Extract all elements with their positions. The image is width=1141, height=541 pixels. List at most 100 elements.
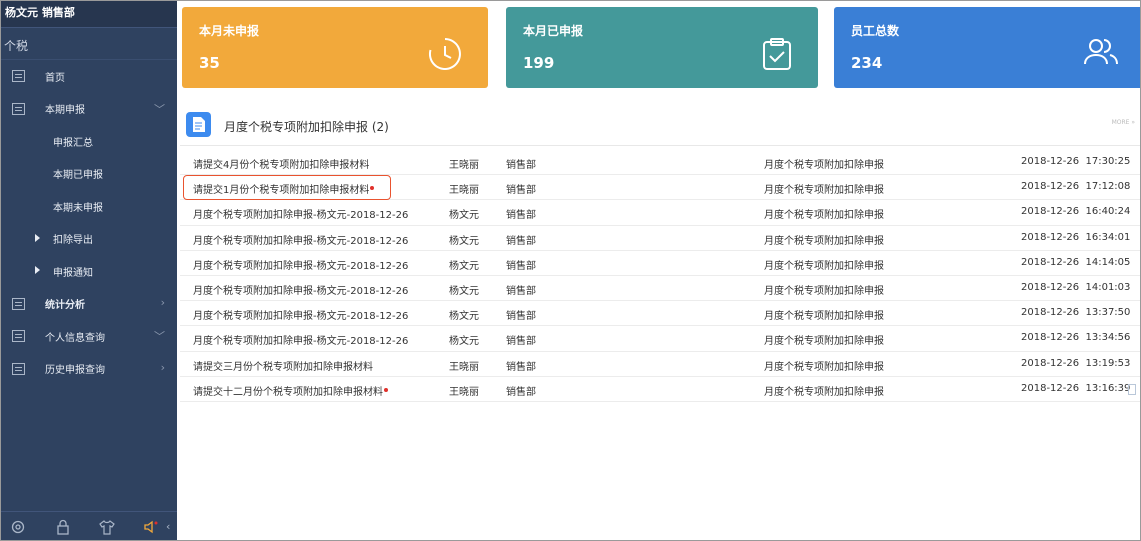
item-name: 杨文元 xyxy=(449,235,479,247)
item-name: 杨文元 xyxy=(449,210,479,222)
chevron-right-icon: › xyxy=(160,360,165,374)
chevron-down-icon: ﹀ xyxy=(154,330,165,343)
item-dept: 销售部 xyxy=(506,285,536,297)
item-name: 王晓丽 xyxy=(449,361,479,373)
item-datetime: 2018-12-26 14:14:05 xyxy=(1021,256,1131,268)
collapse-icon[interactable]: ‹ xyxy=(166,520,170,533)
card-value: 199 xyxy=(523,54,555,72)
card-employees[interactable]: 员工总数 234 xyxy=(834,7,1141,88)
list-item[interactable]: 月度个税专项附加扣除申报-杨文元-2018-12-26 杨文元 销售部 月度个税… xyxy=(180,276,1141,302)
list-item[interactable]: 请提交4月份个税专项附加扣除申报材料 王晓丽 销售部 月度个税专项附加扣除申报 … xyxy=(180,150,1141,176)
item-type: 月度个税专项附加扣除申报 xyxy=(764,386,884,398)
list-icon xyxy=(12,362,25,375)
list-item[interactable]: 月度个税专项附加扣除申报-杨文元-2018-12-26 杨文元 销售部 月度个税… xyxy=(180,251,1141,276)
item-type: 月度个税专项附加扣除申报 xyxy=(764,260,884,272)
list-item[interactable]: 月度个税专项附加扣除申报-杨文元-2018-12-26 杨文元 销售部 月度个税… xyxy=(180,326,1141,352)
users-icon xyxy=(1084,39,1118,65)
sidebar: 杨文元 销售部 个税 首页 本期申报 ﹀ 申报汇总 本期已申报 本期未申报 扣除… xyxy=(0,0,177,541)
item-datetime: 2018-12-26 13:16:39 xyxy=(1021,382,1131,394)
item-title[interactable]: 月度个税专项附加扣除申报-杨文元-2018-12-26 xyxy=(193,232,408,247)
list-item[interactable]: 请提交三月份个税专项附加扣除申报材料 王晓丽 销售部 月度个税专项附加扣除申报 … xyxy=(180,352,1141,377)
list-item[interactable]: 月度个税专项附加扣除申报-杨文元-2018-12-26 杨文元 销售部 月度个税… xyxy=(180,226,1141,251)
section-title: 月度个税专项附加扣除申报 (2) xyxy=(224,120,389,134)
item-type: 月度个税专项附加扣除申报 xyxy=(764,311,884,323)
sidebar-item-undeclared[interactable]: 本期未申报 xyxy=(0,190,177,223)
item-dept: 销售部 xyxy=(506,386,536,398)
list-icon xyxy=(12,102,25,115)
item-title[interactable]: 月度个税专项附加扣除申报-杨文元-2018-12-26 xyxy=(193,257,408,272)
sidebar-item-declared[interactable]: 本期已申报 xyxy=(0,158,177,191)
caret-right-icon xyxy=(35,233,40,242)
item-name: 王晓丽 xyxy=(449,185,479,197)
item-dept: 销售部 xyxy=(506,235,536,247)
chevron-down-icon: ﹀ xyxy=(154,102,165,116)
list-item[interactable]: 月度个税专项附加扣除申报-杨文元-2018-12-26 杨文元 销售部 月度个税… xyxy=(180,200,1141,226)
item-dept: 销售部 xyxy=(506,210,536,222)
item-dept: 销售部 xyxy=(506,311,536,323)
item-name: 杨文元 xyxy=(449,260,479,272)
item-type: 月度个税专项附加扣除申报 xyxy=(764,210,884,222)
sidebar-item-label: 个人信息查询 xyxy=(45,332,105,344)
item-title[interactable]: 月度个税专项附加扣除申报-杨文元-2018-12-26 xyxy=(193,282,408,297)
chevron-right-icon: › xyxy=(160,295,165,309)
unread-dot xyxy=(384,387,388,392)
gear-icon[interactable] xyxy=(10,519,26,535)
item-title[interactable]: 请提交十二月份个税专项附加扣除申报材料 xyxy=(193,383,388,398)
item-title[interactable]: 月度个税专项附加扣除申报-杨文元-2018-12-26 xyxy=(193,307,408,322)
divider xyxy=(180,145,1141,146)
sidebar-item-statistics[interactable]: 统计分析 › xyxy=(0,288,177,321)
more-link[interactable]: MORE » xyxy=(1112,119,1135,126)
sidebar-item-label: 统计分析 xyxy=(45,300,85,312)
item-name: 王晓丽 xyxy=(449,160,479,171)
item-datetime: 2018-12-26 16:40:24 xyxy=(1021,206,1131,218)
sidebar-item-deduction-export[interactable]: 扣除导出 xyxy=(0,223,177,256)
item-datetime: 2018-12-26 14:01:03 xyxy=(1021,281,1131,293)
file-icon[interactable] xyxy=(1128,384,1136,395)
item-type: 月度个税专项附加扣除申报 xyxy=(764,160,884,171)
item-type: 月度个税专项附加扣除申报 xyxy=(764,185,884,197)
sidebar-item-declaration-summary[interactable]: 申报汇总 xyxy=(0,125,177,158)
sidebar-item-label: 本期已申报 xyxy=(53,170,103,182)
list-icon xyxy=(12,330,25,342)
speaker-icon[interactable] xyxy=(143,519,159,535)
list-icon xyxy=(12,70,25,82)
item-title[interactable]: 月度个税专项附加扣除申报-杨文元-2018-12-26 xyxy=(193,206,408,221)
item-dept: 销售部 xyxy=(506,260,536,272)
clock-icon xyxy=(428,38,461,70)
item-type: 月度个税专项附加扣除申报 xyxy=(764,235,884,247)
item-type: 月度个税专项附加扣除申报 xyxy=(764,336,884,348)
item-dept: 销售部 xyxy=(506,185,536,197)
card-undeclared[interactable]: 本月未申报 35 xyxy=(182,7,488,88)
sidebar-item-personal-info[interactable]: 个人信息查询 ﹀ xyxy=(0,320,177,353)
user-header: 杨文元 销售部 xyxy=(0,0,177,28)
item-dept: 销售部 xyxy=(506,160,536,171)
sidebar-item-current-declaration[interactable]: 本期申报 ﹀ xyxy=(0,93,177,126)
sidebar-footer: ‹ xyxy=(0,511,177,541)
highlight-box xyxy=(183,175,391,200)
list-item[interactable]: 月度个税专项附加扣除申报-杨文元-2018-12-26 杨文元 销售部 月度个税… xyxy=(180,301,1141,327)
shirt-icon[interactable] xyxy=(99,519,115,535)
item-dept: 销售部 xyxy=(506,361,536,373)
sidebar-item-home[interactable]: 首页 xyxy=(0,60,177,93)
item-title[interactable]: 月度个税专项附加扣除申报-杨文元-2018-12-26 xyxy=(193,332,408,347)
list-icon xyxy=(12,297,25,310)
item-type: 月度个税专项附加扣除申报 xyxy=(764,361,884,373)
item-title[interactable]: 请提交三月份个税专项附加扣除申报材料 xyxy=(193,358,373,373)
card-title: 本月已申报 xyxy=(523,24,584,38)
list-item[interactable]: 请提交十二月份个税专项附加扣除申报材料 王晓丽 销售部 月度个税专项附加扣除申报… xyxy=(180,377,1141,402)
item-dept: 销售部 xyxy=(506,336,536,348)
item-datetime: 2018-12-26 13:34:56 xyxy=(1021,332,1131,344)
item-datetime: 2018-12-26 13:19:53 xyxy=(1021,357,1131,369)
caret-right-icon xyxy=(35,266,40,274)
sidebar-item-history[interactable]: 历史申报查询 › xyxy=(0,353,177,386)
sidebar-item-label: 本期未申报 xyxy=(53,202,103,214)
app-title: 个税 xyxy=(0,28,177,60)
sidebar-item-label: 首页 xyxy=(45,72,65,84)
card-declared[interactable]: 本月已申报 199 xyxy=(506,7,818,88)
item-title[interactable]: 请提交4月份个税专项附加扣除申报材料 xyxy=(193,156,369,171)
item-datetime: 2018-12-26 17:30:25 xyxy=(1021,156,1131,167)
lock-icon[interactable] xyxy=(55,519,71,535)
sidebar-item-label: 历史申报查询 xyxy=(45,365,105,377)
sidebar-item-declaration-notice[interactable]: 申报通知 xyxy=(0,255,177,288)
item-name: 杨文元 xyxy=(449,311,479,323)
